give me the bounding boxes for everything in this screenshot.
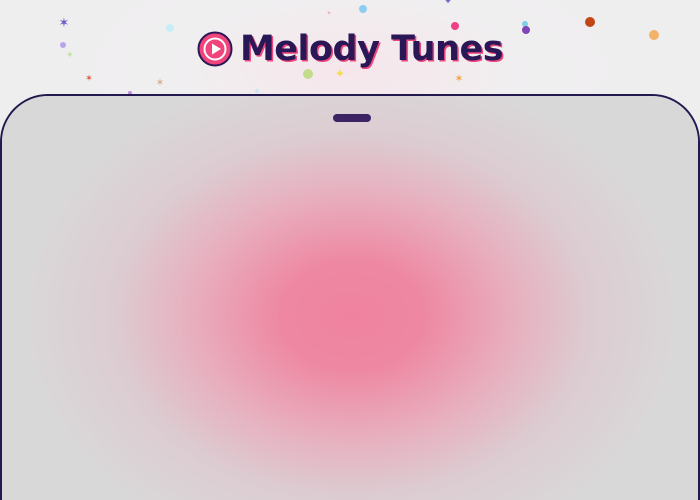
svg-text:✶: ✶: [85, 74, 93, 84]
brand-header: Melody Tunes: [0, 26, 700, 72]
play-circle-icon[interactable]: [197, 31, 233, 67]
speaker-notch: [333, 114, 371, 122]
svg-text:✶: ✶: [155, 76, 164, 89]
brand-name: Melody Tunes: [239, 28, 504, 69]
app-stage: ✶ ✦ ✶ ✶ ✦ ✦ ✦ ✶ Melody Tunes: [0, 0, 700, 500]
svg-text:✦: ✦: [326, 10, 331, 17]
device-frame: [0, 94, 700, 500]
svg-text:✦: ✦: [444, 0, 452, 7]
svg-text:✶: ✶: [454, 72, 463, 85]
screen-glow: [2, 96, 698, 500]
